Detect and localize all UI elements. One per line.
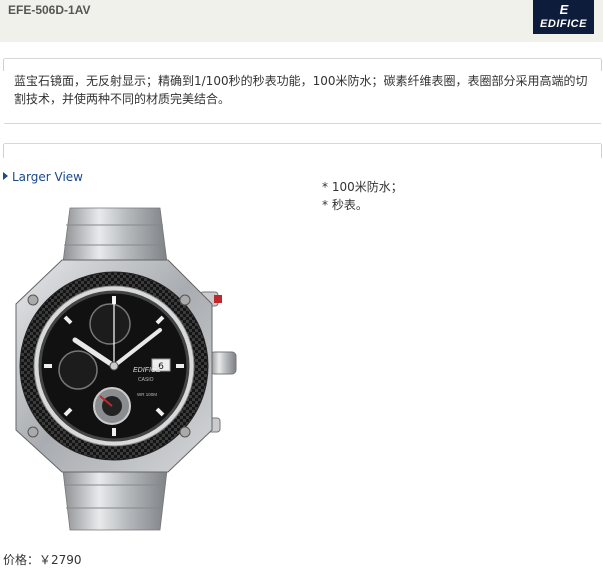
section-divider [3, 143, 602, 158]
feature-item: 秒表。 [322, 196, 403, 214]
watch-image[interactable]: 6 EDIFICE CASIO WR 100M [0, 200, 250, 540]
dial-brand: EDIFICE [133, 367, 161, 374]
product-header: EFE-506D-1AV E EDIFICE [0, 0, 603, 42]
dial-water: WR 100M [137, 392, 157, 397]
price: 价格：￥2790 [3, 551, 82, 568]
model-number: EFE-506D-1AV [8, 3, 91, 17]
description-text: 蓝宝石镜面，无反射显示；精确到1/100秒的秒表功能，100米防水；碳素纤维表圈… [14, 74, 588, 106]
dial-sub: CASIO [138, 377, 154, 383]
feature-list: 100米防水； 秒表。 [322, 178, 403, 214]
price-value: ￥2790 [39, 553, 82, 567]
edifice-logo: E EDIFICE [533, 0, 594, 34]
larger-view-link[interactable]: Larger View [3, 170, 83, 184]
larger-view-label: Larger View [12, 170, 83, 184]
description-box: 蓝宝石镜面，无反射显示；精确到1/100秒的秒表功能，100米防水；碳素纤维表圈… [3, 58, 602, 124]
feature-item: 100米防水； [322, 178, 403, 196]
brand-mark-icon: E [559, 2, 569, 17]
price-label: 价格： [3, 553, 40, 567]
triangle-right-icon [3, 172, 8, 180]
